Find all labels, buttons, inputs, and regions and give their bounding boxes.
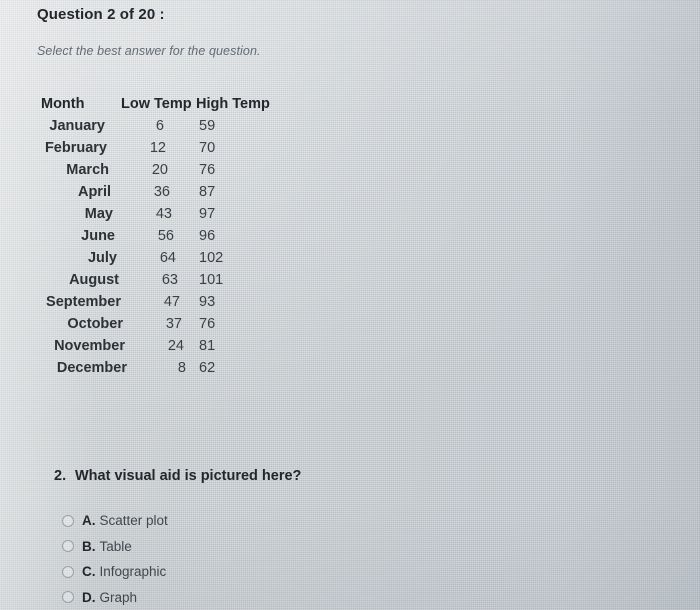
radio-button-icon[interactable] (62, 514, 74, 527)
page-title: Question 2 of 20 : (37, 6, 165, 23)
table-row: March 20 76 (0, 162, 700, 184)
cell-month: December (56, 360, 127, 376)
option-label: Graph (99, 589, 138, 605)
cell-low-temp: 64 (159, 250, 176, 266)
radio-button-icon[interactable] (62, 540, 74, 552)
option-letter: A. (82, 513, 96, 528)
table-row: May 43 97 (0, 206, 700, 228)
option-letter: D. (82, 589, 96, 605)
cell-month: April (77, 184, 111, 200)
cell-month: September (46, 294, 121, 310)
question-page: Question 2 of 20 : Select the best answe… (0, 0, 700, 610)
cell-high-temp: 81 (199, 338, 216, 354)
cell-low-temp: 6 (155, 118, 164, 134)
answer-option-b[interactable]: B. Table (62, 534, 132, 559)
option-label: Table (99, 538, 132, 554)
cell-high-temp: 96 (199, 228, 216, 244)
cell-month: January (49, 118, 105, 134)
option-letter: C. (82, 564, 96, 579)
table-row: November 24 81 (0, 338, 700, 360)
cell-month: February (44, 140, 107, 156)
table-row: December 8 62 (0, 360, 700, 382)
cell-low-temp: 56 (157, 228, 174, 244)
cell-month: October (67, 316, 123, 332)
table-row: July 64 102 (0, 250, 700, 272)
cell-high-temp: 101 (199, 272, 224, 288)
question-text: What visual aid is pictured here? (75, 468, 302, 484)
temperature-table: Month Low Temp High Temp January 6 59 Febru… (0, 96, 700, 382)
cell-low-temp: 12 (149, 140, 166, 156)
table-row: August 63 101 (0, 272, 700, 294)
cell-month: June (81, 228, 115, 244)
answer-option-a[interactable]: A. Scatter plot (62, 508, 168, 533)
cell-month: March (66, 162, 109, 178)
cell-high-temp: 93 (199, 294, 216, 310)
answer-option-c[interactable]: C. Infographic (62, 559, 166, 584)
option-label: Infographic (99, 564, 167, 579)
cell-month: August (69, 272, 119, 288)
cell-high-temp: 76 (199, 316, 216, 332)
column-header-high-temp: High Temp (196, 96, 270, 112)
table-row: February 12 70 (0, 140, 700, 162)
cell-low-temp: 24 (167, 338, 184, 354)
option-letter: B. (82, 538, 96, 554)
table-row: September 47 93 (0, 294, 700, 316)
radio-button-icon[interactable] (62, 565, 74, 578)
column-header-low-temp: Low Temp (121, 96, 192, 112)
cell-month: May (84, 206, 113, 222)
cell-low-temp: 37 (165, 316, 182, 332)
page-instruction: Select the best answer for the question. (37, 44, 261, 58)
column-header-month: Month (41, 96, 85, 112)
cell-low-temp: 63 (161, 272, 178, 288)
table-row: January 6 59 (0, 118, 700, 140)
cell-low-temp: 8 (177, 360, 186, 376)
cell-low-temp: 36 (153, 184, 170, 200)
cell-low-temp: 47 (163, 294, 180, 310)
cell-high-temp: 62 (199, 360, 216, 376)
cell-month: November (54, 338, 125, 354)
table-body: January 6 59 February 12 70 March 20 76 April 36 87… (0, 118, 700, 382)
question-number: 2. (54, 468, 67, 484)
cell-month: July (87, 250, 117, 266)
table-row: October 37 76 (0, 316, 700, 338)
table-row: June 56 96 (0, 228, 700, 250)
table-header-row: Month Low Temp High Temp (0, 96, 700, 118)
option-label: Scatter plot (99, 513, 168, 528)
answer-option-d[interactable]: D. Graph (62, 585, 137, 610)
radio-button-icon[interactable] (62, 591, 74, 603)
table-row: April 36 87 (0, 184, 700, 206)
cell-low-temp: 43 (155, 206, 172, 222)
cell-high-temp: 59 (199, 118, 216, 134)
cell-low-temp: 20 (151, 162, 168, 178)
cell-high-temp: 70 (199, 140, 216, 156)
cell-high-temp: 87 (199, 184, 216, 200)
cell-high-temp: 76 (199, 162, 216, 178)
cell-high-temp: 102 (199, 250, 224, 266)
cell-high-temp: 97 (199, 206, 216, 222)
